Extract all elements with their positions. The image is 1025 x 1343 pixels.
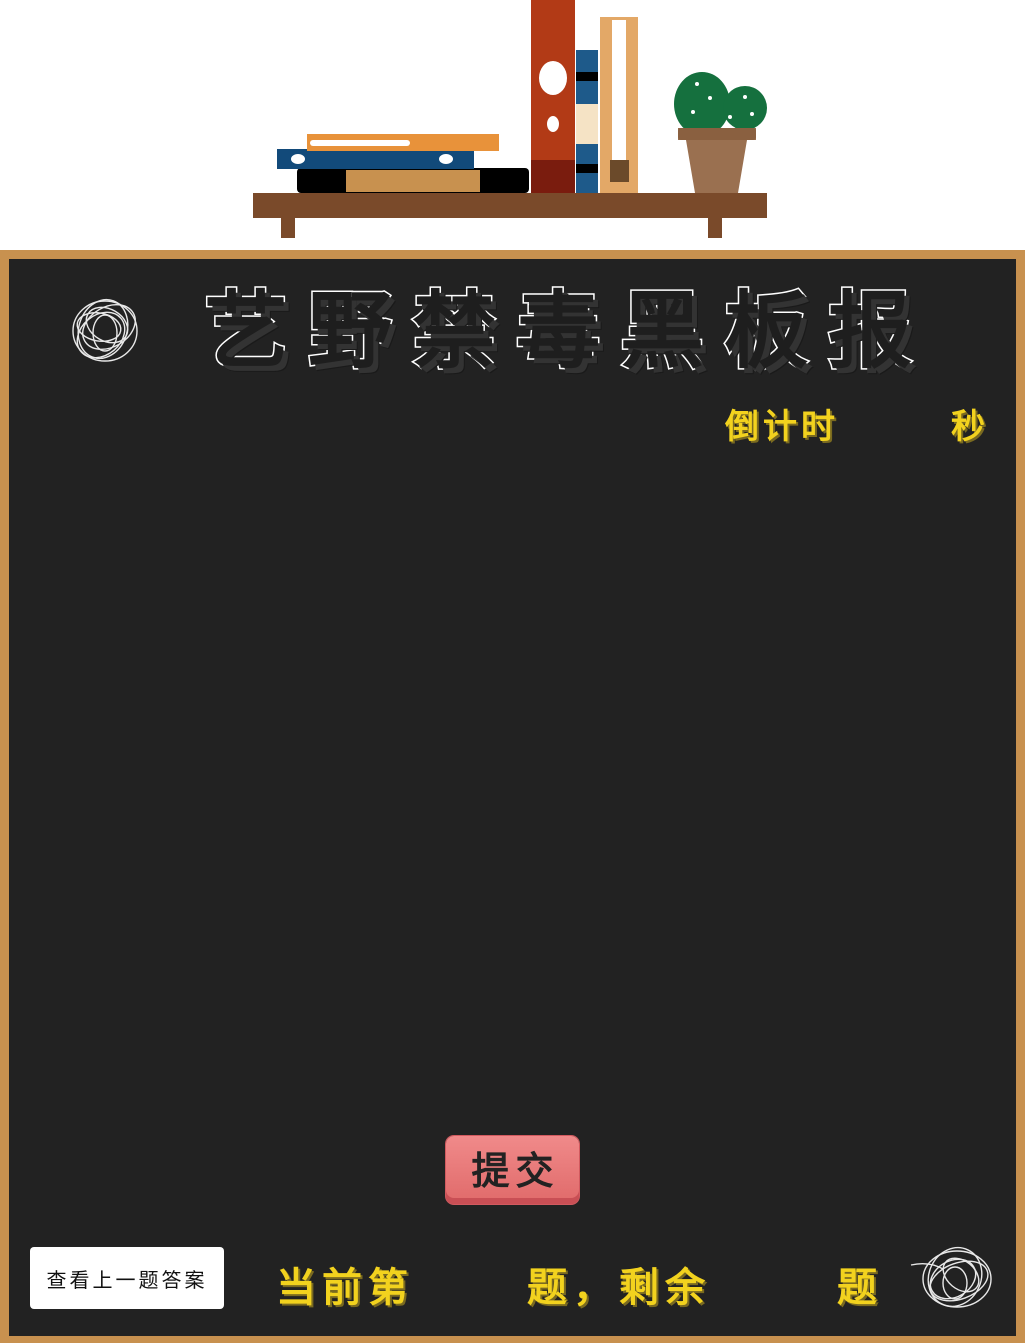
scribble-decoration-icon: [910, 1246, 992, 1308]
progress-middle: 题，剩余: [527, 1265, 711, 1311]
bookshelf-illustration: [253, 0, 767, 238]
stacked-books: [277, 134, 529, 193]
view-previous-answer-button[interactable]: 查看上一题答案: [30, 1247, 224, 1309]
progress-prefix: 当前第: [276, 1265, 414, 1311]
countdown-unit: 秒: [951, 407, 985, 447]
blackboard-surface: 艺野禁毒黑板报 倒计时 秒 提交 查看上一题答案 当前第 题，剩余 题: [9, 259, 1016, 1336]
page-title: 艺野禁毒黑板报: [202, 281, 933, 382]
countdown-label: 倒计时: [725, 407, 839, 447]
shelf: [253, 193, 767, 238]
cactus-plant: [674, 72, 767, 193]
submit-button[interactable]: 提交: [446, 1136, 579, 1204]
progress-suffix: 题: [837, 1265, 883, 1311]
blackboard-frame: 艺野禁毒黑板报 倒计时 秒 提交 查看上一题答案 当前第 题，剩余 题: [0, 250, 1025, 1343]
standing-books: [531, 0, 638, 193]
scribble-decoration-icon: [72, 298, 138, 362]
